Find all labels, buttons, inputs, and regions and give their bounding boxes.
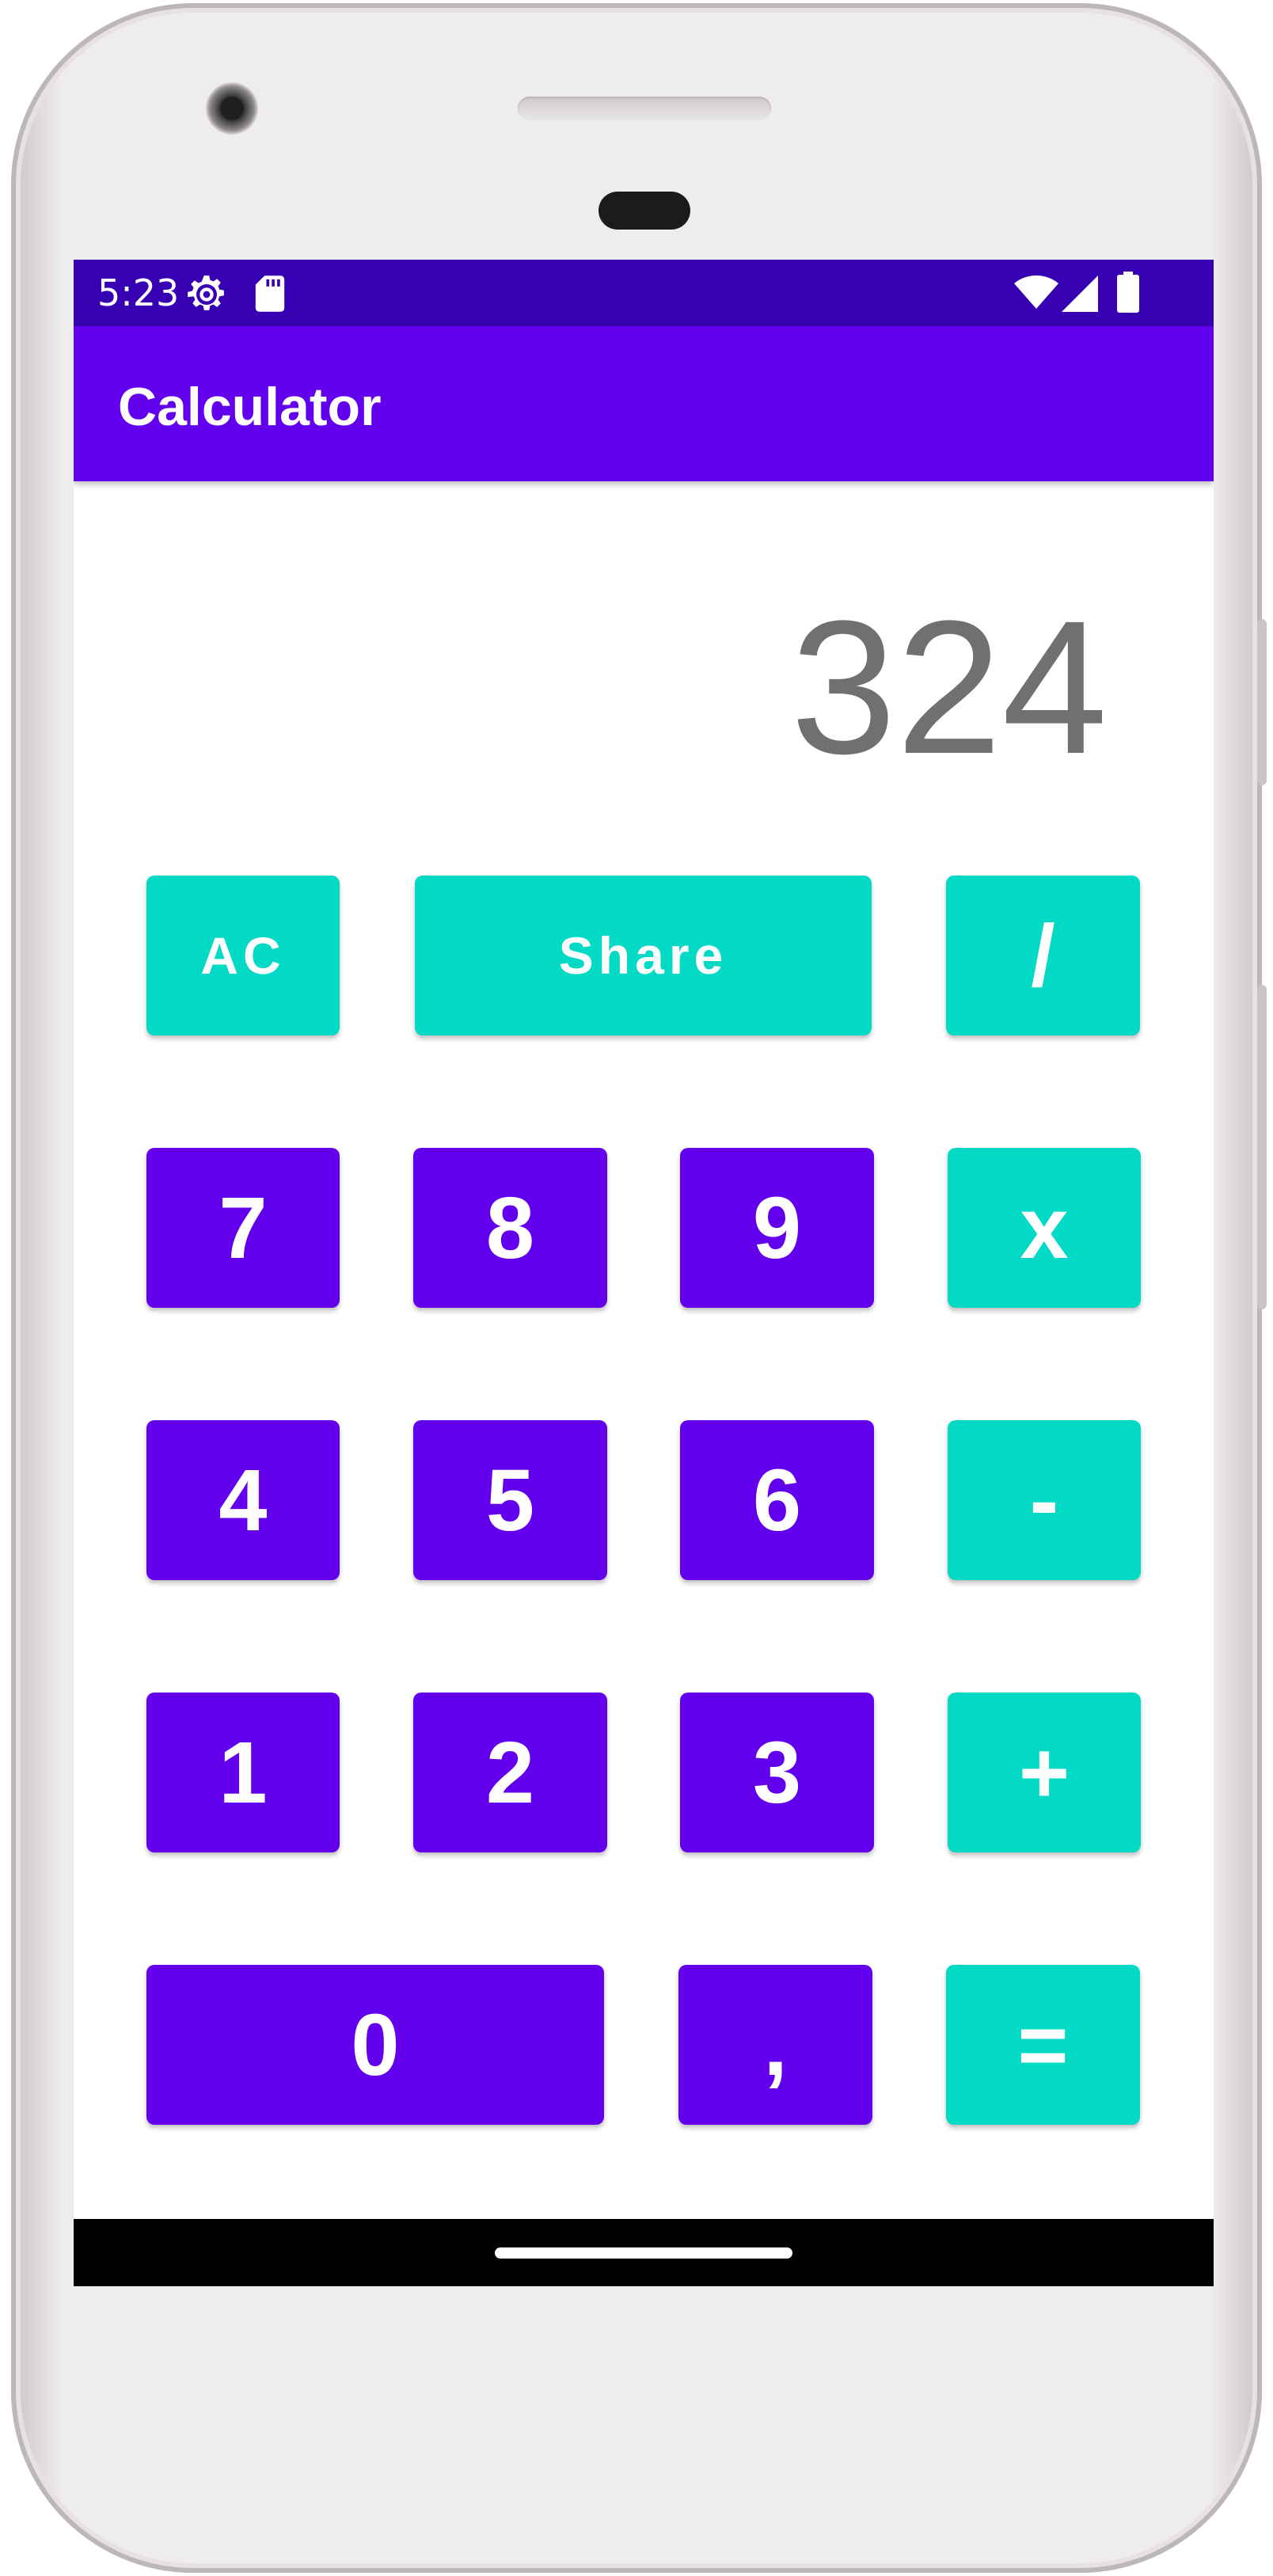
proximity-sensor — [598, 192, 690, 230]
status-bar: 5:23 — [74, 260, 1214, 326]
battery-icon — [1117, 271, 1139, 317]
multiply-button[interactable]: x — [948, 1148, 1141, 1308]
screen: 5:23 Calculator 324 AC Share / 7 8 9 x 4… — [74, 260, 1214, 2286]
decimal-button[interactable]: , — [678, 1965, 872, 2125]
sd-card-icon — [253, 274, 287, 317]
earpiece-speaker — [518, 97, 771, 120]
divide-button[interactable]: / — [946, 876, 1140, 1035]
digit-2-button[interactable]: 2 — [413, 1693, 607, 1852]
subtract-button[interactable]: - — [948, 1420, 1141, 1580]
result-display: 324 — [790, 581, 1108, 793]
clear-button[interactable]: AC — [146, 876, 340, 1035]
gear-icon — [186, 274, 227, 318]
digit-4-button[interactable]: 4 — [146, 1420, 340, 1580]
wifi-icon — [1014, 275, 1058, 313]
digit-6-button[interactable]: 6 — [680, 1420, 874, 1580]
digit-7-button[interactable]: 7 — [146, 1148, 340, 1308]
power-button — [1257, 619, 1267, 785]
phone-frame: 5:23 Calculator 324 AC Share / 7 8 9 x 4… — [11, 3, 1267, 2573]
front-camera — [206, 82, 258, 135]
digit-1-button[interactable]: 1 — [146, 1693, 340, 1852]
digit-0-button[interactable]: 0 — [146, 1965, 604, 2125]
digit-5-button[interactable]: 5 — [413, 1420, 607, 1580]
navigation-bar — [74, 2219, 1214, 2286]
app-title: Calculator — [118, 377, 382, 437]
add-button[interactable]: + — [948, 1693, 1141, 1852]
digit-9-button[interactable]: 9 — [680, 1148, 874, 1308]
status-time: 5:23 — [97, 272, 180, 314]
equals-button[interactable]: = — [946, 1965, 1140, 2125]
home-pill-icon[interactable] — [495, 2247, 792, 2259]
share-button[interactable]: Share — [415, 876, 872, 1035]
digit-3-button[interactable]: 3 — [680, 1693, 874, 1852]
digit-8-button[interactable]: 8 — [413, 1148, 607, 1308]
volume-button — [1257, 985, 1267, 1309]
app-bar: Calculator — [74, 326, 1214, 481]
cell-signal-icon — [1062, 275, 1098, 315]
